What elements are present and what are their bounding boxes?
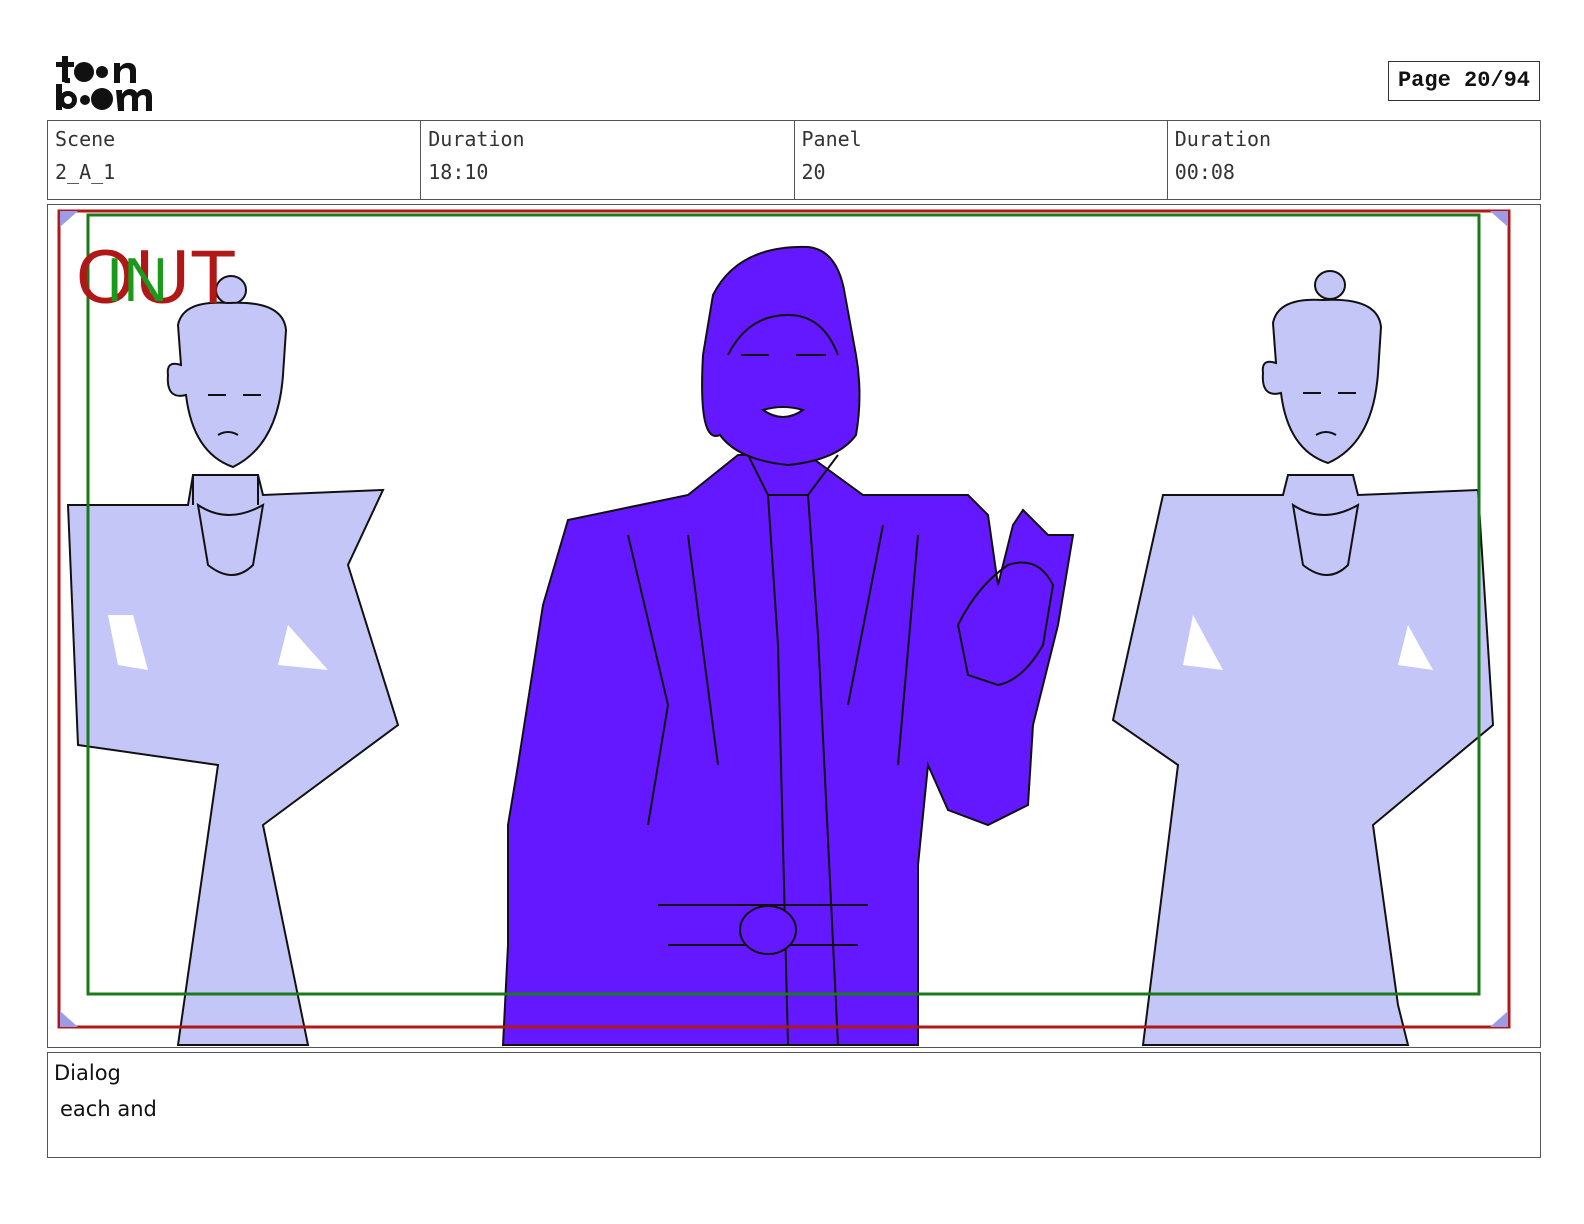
- scene-duration-label: Duration: [428, 127, 525, 151]
- panel-duration-label: Duration: [1174, 127, 1272, 151]
- panel-duration-value: 00:08: [1174, 160, 1235, 184]
- scene-duration-cell: Duration 18:10: [421, 121, 795, 199]
- dialog-box: Dialog each and: [47, 1052, 1541, 1158]
- scene-cell: Scene 2_A_1: [48, 121, 422, 199]
- scene-label: Scene: [55, 127, 116, 151]
- toon-boom-logo: [56, 56, 152, 111]
- left-character: [66, 275, 400, 1046]
- in-marker-text: IN: [106, 246, 168, 315]
- panel-duration-cell: Duration 00:08: [1168, 121, 1540, 199]
- panel-value: 20: [801, 160, 826, 184]
- panel-label: Panel: [801, 127, 862, 151]
- panel-cell: Panel 20: [795, 121, 1168, 199]
- scene-duration-value: 18:10: [428, 160, 489, 184]
- dialog-text: each and: [60, 1097, 157, 1121]
- right-character: [1111, 270, 1495, 1046]
- dialog-label: Dialog: [54, 1061, 121, 1085]
- main-character: [501, 245, 1075, 1046]
- scene-info-table: Scene 2_A_1 Duration 18:10 Panel 20 Dura…: [47, 120, 1541, 200]
- scene-value: 2_A_1: [55, 160, 116, 184]
- panel-drawing: OUT IN: [57, 209, 1511, 1046]
- storyboard-panel: OUT IN: [47, 204, 1541, 1048]
- page-number: Page 20/94: [1388, 61, 1540, 101]
